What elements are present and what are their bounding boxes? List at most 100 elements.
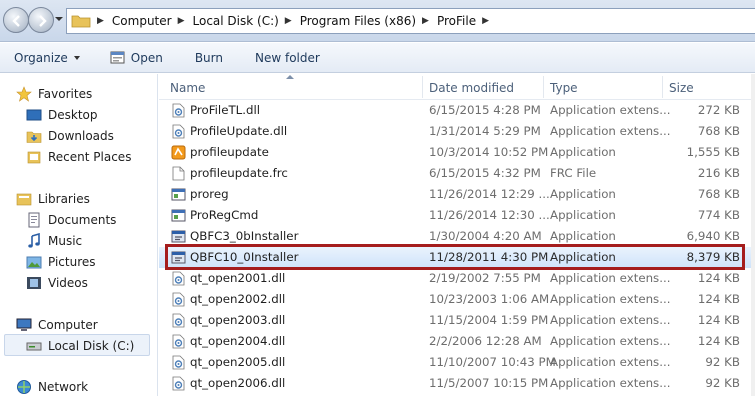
file-name: ProfileUpdate.dll xyxy=(190,124,288,138)
music-note-icon xyxy=(28,233,40,248)
installer-icon xyxy=(171,250,186,265)
burn-button[interactable]: Burn xyxy=(175,43,235,72)
column-type-header[interactable]: Type xyxy=(550,81,578,95)
nav-favorites[interactable]: Favorites xyxy=(16,86,92,102)
file-size: 124 KB xyxy=(697,271,740,285)
file-name: qt_open2003.dll xyxy=(190,313,286,327)
open-icon xyxy=(110,51,125,63)
file-type: Application extens... xyxy=(550,292,671,306)
breadcrumb-arrow-icon[interactable]: ▶ xyxy=(178,16,185,26)
nav-favorites-label: Favorites xyxy=(38,87,93,101)
column-date-header[interactable]: Date modified xyxy=(429,81,514,95)
nav-network[interactable]: Network xyxy=(16,379,88,395)
breadcrumb-computer[interactable]: Computer xyxy=(112,14,172,28)
column-size-header[interactable]: Size xyxy=(669,81,694,95)
nav-computer-label: Computer xyxy=(38,318,98,332)
address-bar-area: ▶ Computer ▶ Local Disk (C:) ▶ Program F… xyxy=(0,0,755,42)
file-name: profileupdate xyxy=(190,145,269,159)
back-button[interactable] xyxy=(3,7,29,33)
file-row[interactable]: QBFC3_0bInstaller 1/30/2004 4:20 AM Applic… xyxy=(159,226,755,247)
file-date-modified: 6/15/2015 4:28 PM xyxy=(429,103,541,117)
nav-music[interactable]: Music xyxy=(26,233,82,249)
file-size: 124 KB xyxy=(697,334,740,348)
file-name: ProFileTL.dll xyxy=(190,103,261,117)
file-date-modified: 11/5/2007 10:15 PM xyxy=(429,376,549,390)
breadcrumb-arrow-icon[interactable]: ▶ xyxy=(97,16,104,26)
file-row[interactable]: ProFileTL.dll 6/15/2015 4:28 PM Applicatio… xyxy=(159,100,755,121)
column-header-row: Name Date modified Type Size xyxy=(159,74,755,100)
vertical-scrollbar[interactable] xyxy=(751,74,755,396)
file-type: Application xyxy=(550,145,616,159)
burn-label: Burn xyxy=(194,50,223,65)
nav-desktop-label: Desktop xyxy=(48,108,98,122)
file-row[interactable]: proreg 11/26/2014 12:29 ... Application 768… xyxy=(159,184,755,205)
nav-computer[interactable]: Computer xyxy=(16,317,98,333)
file-size: 1,555 KB xyxy=(686,145,740,159)
new-folder-button[interactable]: New folder xyxy=(235,43,332,72)
file-row[interactable]: qt_open2003.dll 11/15/2004 1:59 PM Applica… xyxy=(159,310,755,331)
file-size: 216 KB xyxy=(697,166,740,180)
nav-local-disk[interactable]: Local Disk (C:) xyxy=(26,338,134,354)
column-name-header[interactable]: Name xyxy=(170,81,205,95)
file-row[interactable]: ProRegCmd 11/26/2014 12:30 ... Application… xyxy=(159,205,755,226)
file-row[interactable]: qt_open2005.dll 11/10/2007 10:43 PM Applic… xyxy=(159,352,755,373)
file-type: Application extens... xyxy=(550,103,671,117)
network-icon xyxy=(17,380,31,394)
file-row[interactable]: ProfileUpdate.dll 1/31/2014 5:29 PM Applic… xyxy=(159,121,755,142)
address-box[interactable]: ▶ Computer ▶ Local Disk (C:) ▶ Program F… xyxy=(66,8,755,34)
file-type: Application extens... xyxy=(550,355,671,369)
file-size: 272 KB xyxy=(697,103,740,117)
installer-icon xyxy=(171,229,186,244)
column-divider[interactable] xyxy=(662,76,663,98)
breadcrumb-arrow-icon[interactable]: ▶ xyxy=(482,16,489,26)
breadcrumb-profile[interactable]: ProFile xyxy=(437,14,476,28)
breadcrumb-arrow-icon[interactable]: ▶ xyxy=(422,16,429,26)
nav-documents[interactable]: Documents xyxy=(26,212,116,228)
dll-icon xyxy=(171,334,186,349)
file-row[interactable]: QBFC10_0Installer 11/28/2011 4:30 PM Appli… xyxy=(159,247,755,268)
file-size: 124 KB xyxy=(697,292,740,306)
nav-recent-label: Recent Places xyxy=(48,150,132,164)
open-button[interactable]: Open xyxy=(92,43,175,72)
app-window-icon xyxy=(171,187,186,202)
file-name: qt_open2001.dll xyxy=(190,271,286,285)
file-name: QBFC10_0Installer xyxy=(190,250,299,264)
breadcrumb-local-disk[interactable]: Local Disk (C:) xyxy=(193,14,279,28)
nav-pictures[interactable]: Pictures xyxy=(26,254,96,270)
organize-button[interactable]: Organize xyxy=(0,43,92,72)
nav-downloads[interactable]: Downloads xyxy=(26,128,114,144)
file-date-modified: 2/2/2006 12:28 AM xyxy=(429,334,542,348)
file-row[interactable]: qt_open2004.dll 2/2/2006 12:28 AM Applicat… xyxy=(159,331,755,352)
file-name: QBFC3_0bInstaller xyxy=(190,229,299,243)
column-divider[interactable] xyxy=(422,76,423,98)
documents-icon xyxy=(28,212,40,228)
breadcrumb-program-files[interactable]: Program Files (x86) xyxy=(300,14,416,28)
chevron-down-icon xyxy=(73,55,80,60)
back-arrow-icon xyxy=(12,15,20,27)
file-size: 768 KB xyxy=(697,124,740,138)
file-date-modified: 11/15/2004 1:59 PM xyxy=(429,313,549,327)
file-list: Name Date modified Type Size ProFileTL.d… xyxy=(159,74,755,396)
file-date-modified: 1/31/2014 5:29 PM xyxy=(429,124,541,138)
nav-recent-places[interactable]: Recent Places xyxy=(26,149,131,165)
nav-desktop[interactable]: Desktop xyxy=(26,107,98,123)
file-date-modified: 11/26/2014 12:29 ... xyxy=(429,187,550,201)
breadcrumb-arrow-icon[interactable]: ▶ xyxy=(285,16,292,26)
file-date-modified: 11/28/2011 4:30 PM xyxy=(429,250,549,264)
file-name: qt_open2002.dll xyxy=(190,292,286,306)
forward-button[interactable] xyxy=(28,7,54,33)
file-name: qt_open2006.dll xyxy=(190,376,286,390)
file-row[interactable]: profileupdate 10/3/2014 10:52 PM Applicati… xyxy=(159,142,755,163)
nav-network-label: Network xyxy=(38,380,89,394)
nav-videos[interactable]: Videos xyxy=(26,275,88,291)
file-row[interactable]: profileupdate.frc 6/15/2015 4:32 PM FRC Fi… xyxy=(159,163,755,184)
column-divider[interactable] xyxy=(543,76,544,98)
file-row[interactable]: qt_open2002.dll 10/23/2003 1:06 AM Applica… xyxy=(159,289,755,310)
forward-arrow-icon xyxy=(39,15,47,27)
computer-icon xyxy=(16,318,32,331)
recent-pages-dropdown[interactable] xyxy=(55,17,63,21)
file-row[interactable]: qt_open2001.dll 2/19/2002 7:55 PM Applicat… xyxy=(159,268,755,289)
nav-libraries[interactable]: Libraries xyxy=(16,191,90,207)
file-row[interactable]: qt_open2006.dll 11/5/2007 10:15 PM Applica… xyxy=(159,373,755,394)
file-type: Application extens... xyxy=(550,376,671,390)
